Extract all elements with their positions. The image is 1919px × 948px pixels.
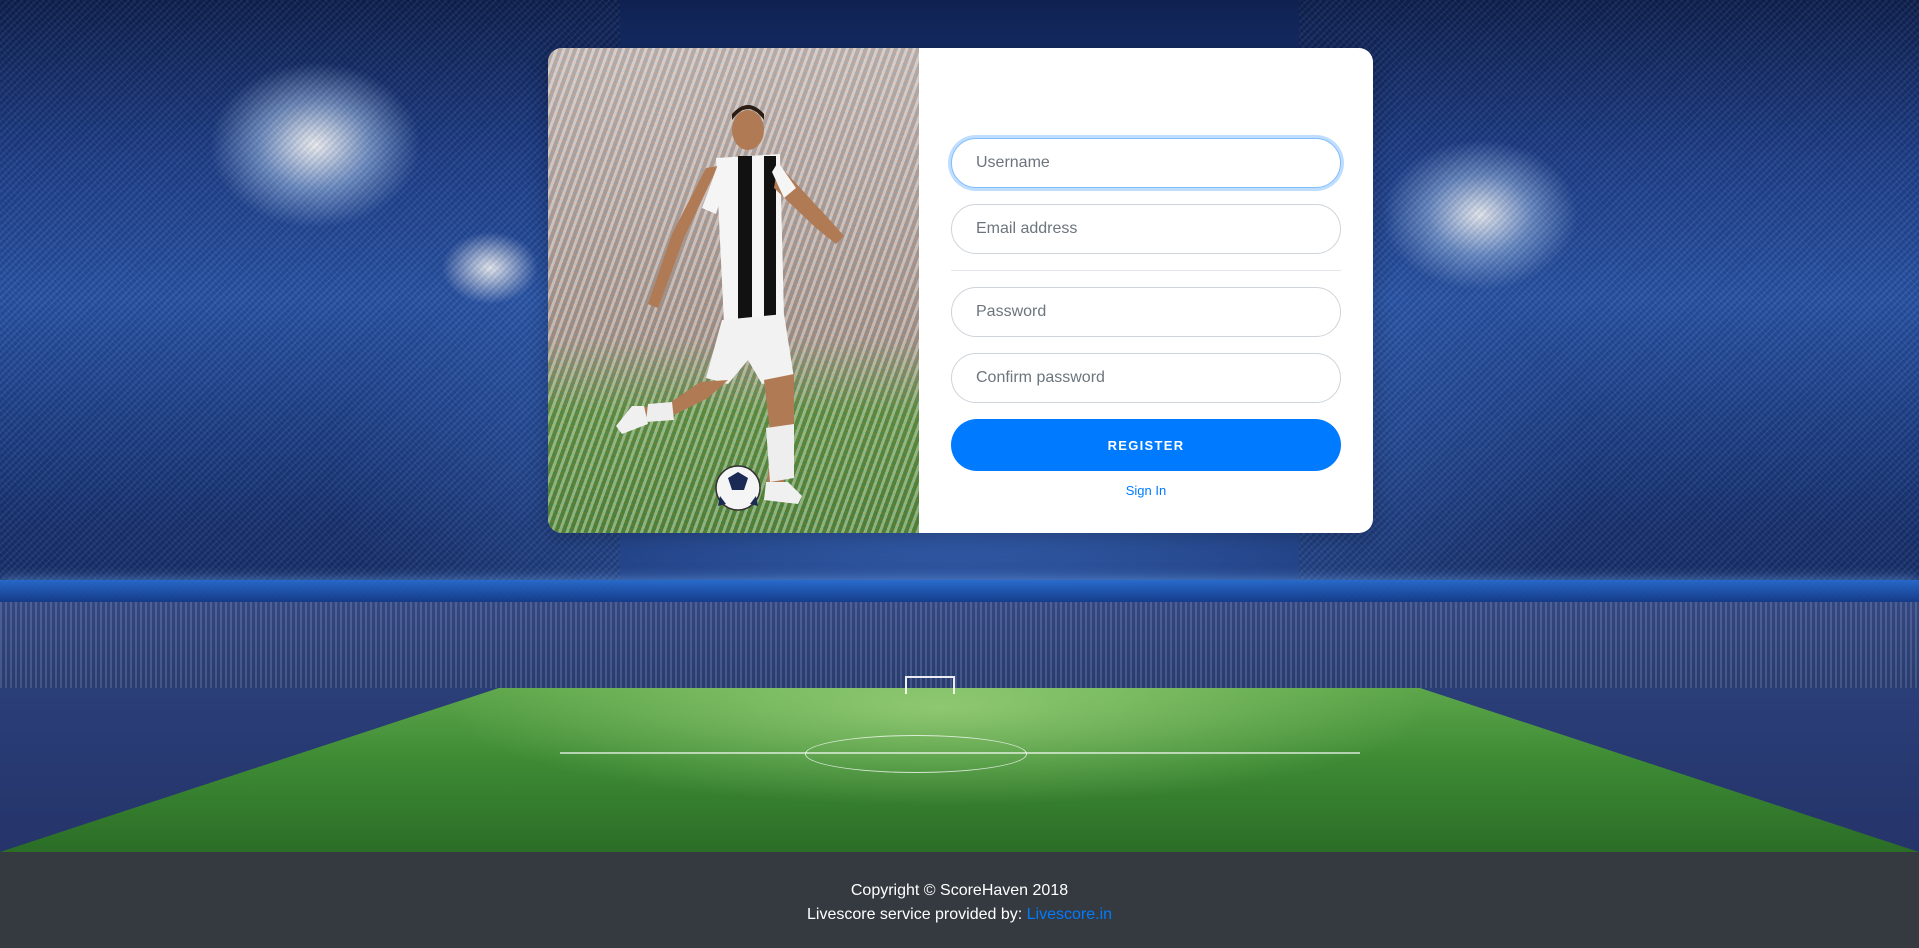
pitch-goal (905, 676, 955, 694)
register-page: REGISTER Sign In Copyright © ScoreHaven … (0, 0, 1919, 948)
footer: Copyright © ScoreHaven 2018 Livescore se… (0, 852, 1919, 948)
footer-provider: Livescore service provided by: Livescore… (0, 903, 1919, 927)
footer-provider-text: Livescore service provided by: (806, 906, 1027, 923)
confirm-password-input[interactable] (951, 353, 1341, 403)
footballer-photo (548, 48, 919, 533)
crowd-far-stand (0, 602, 1919, 692)
form-divider (951, 270, 1341, 271)
register-form: REGISTER Sign In (919, 48, 1373, 533)
password-input[interactable] (951, 287, 1341, 337)
username-input[interactable] (951, 138, 1341, 188)
sign-in-link[interactable]: Sign In (951, 483, 1341, 498)
footer-copyright: Copyright © ScoreHaven 2018 (850, 882, 1069, 899)
livescore-link[interactable]: Livescore.in (1027, 906, 1112, 923)
footballer-illustration (616, 105, 844, 511)
pitch-center-circle (805, 735, 1027, 773)
email-input[interactable] (951, 204, 1341, 254)
register-button[interactable]: REGISTER (951, 419, 1341, 471)
stand-led-band (0, 580, 1919, 602)
register-card: REGISTER Sign In (548, 48, 1373, 533)
